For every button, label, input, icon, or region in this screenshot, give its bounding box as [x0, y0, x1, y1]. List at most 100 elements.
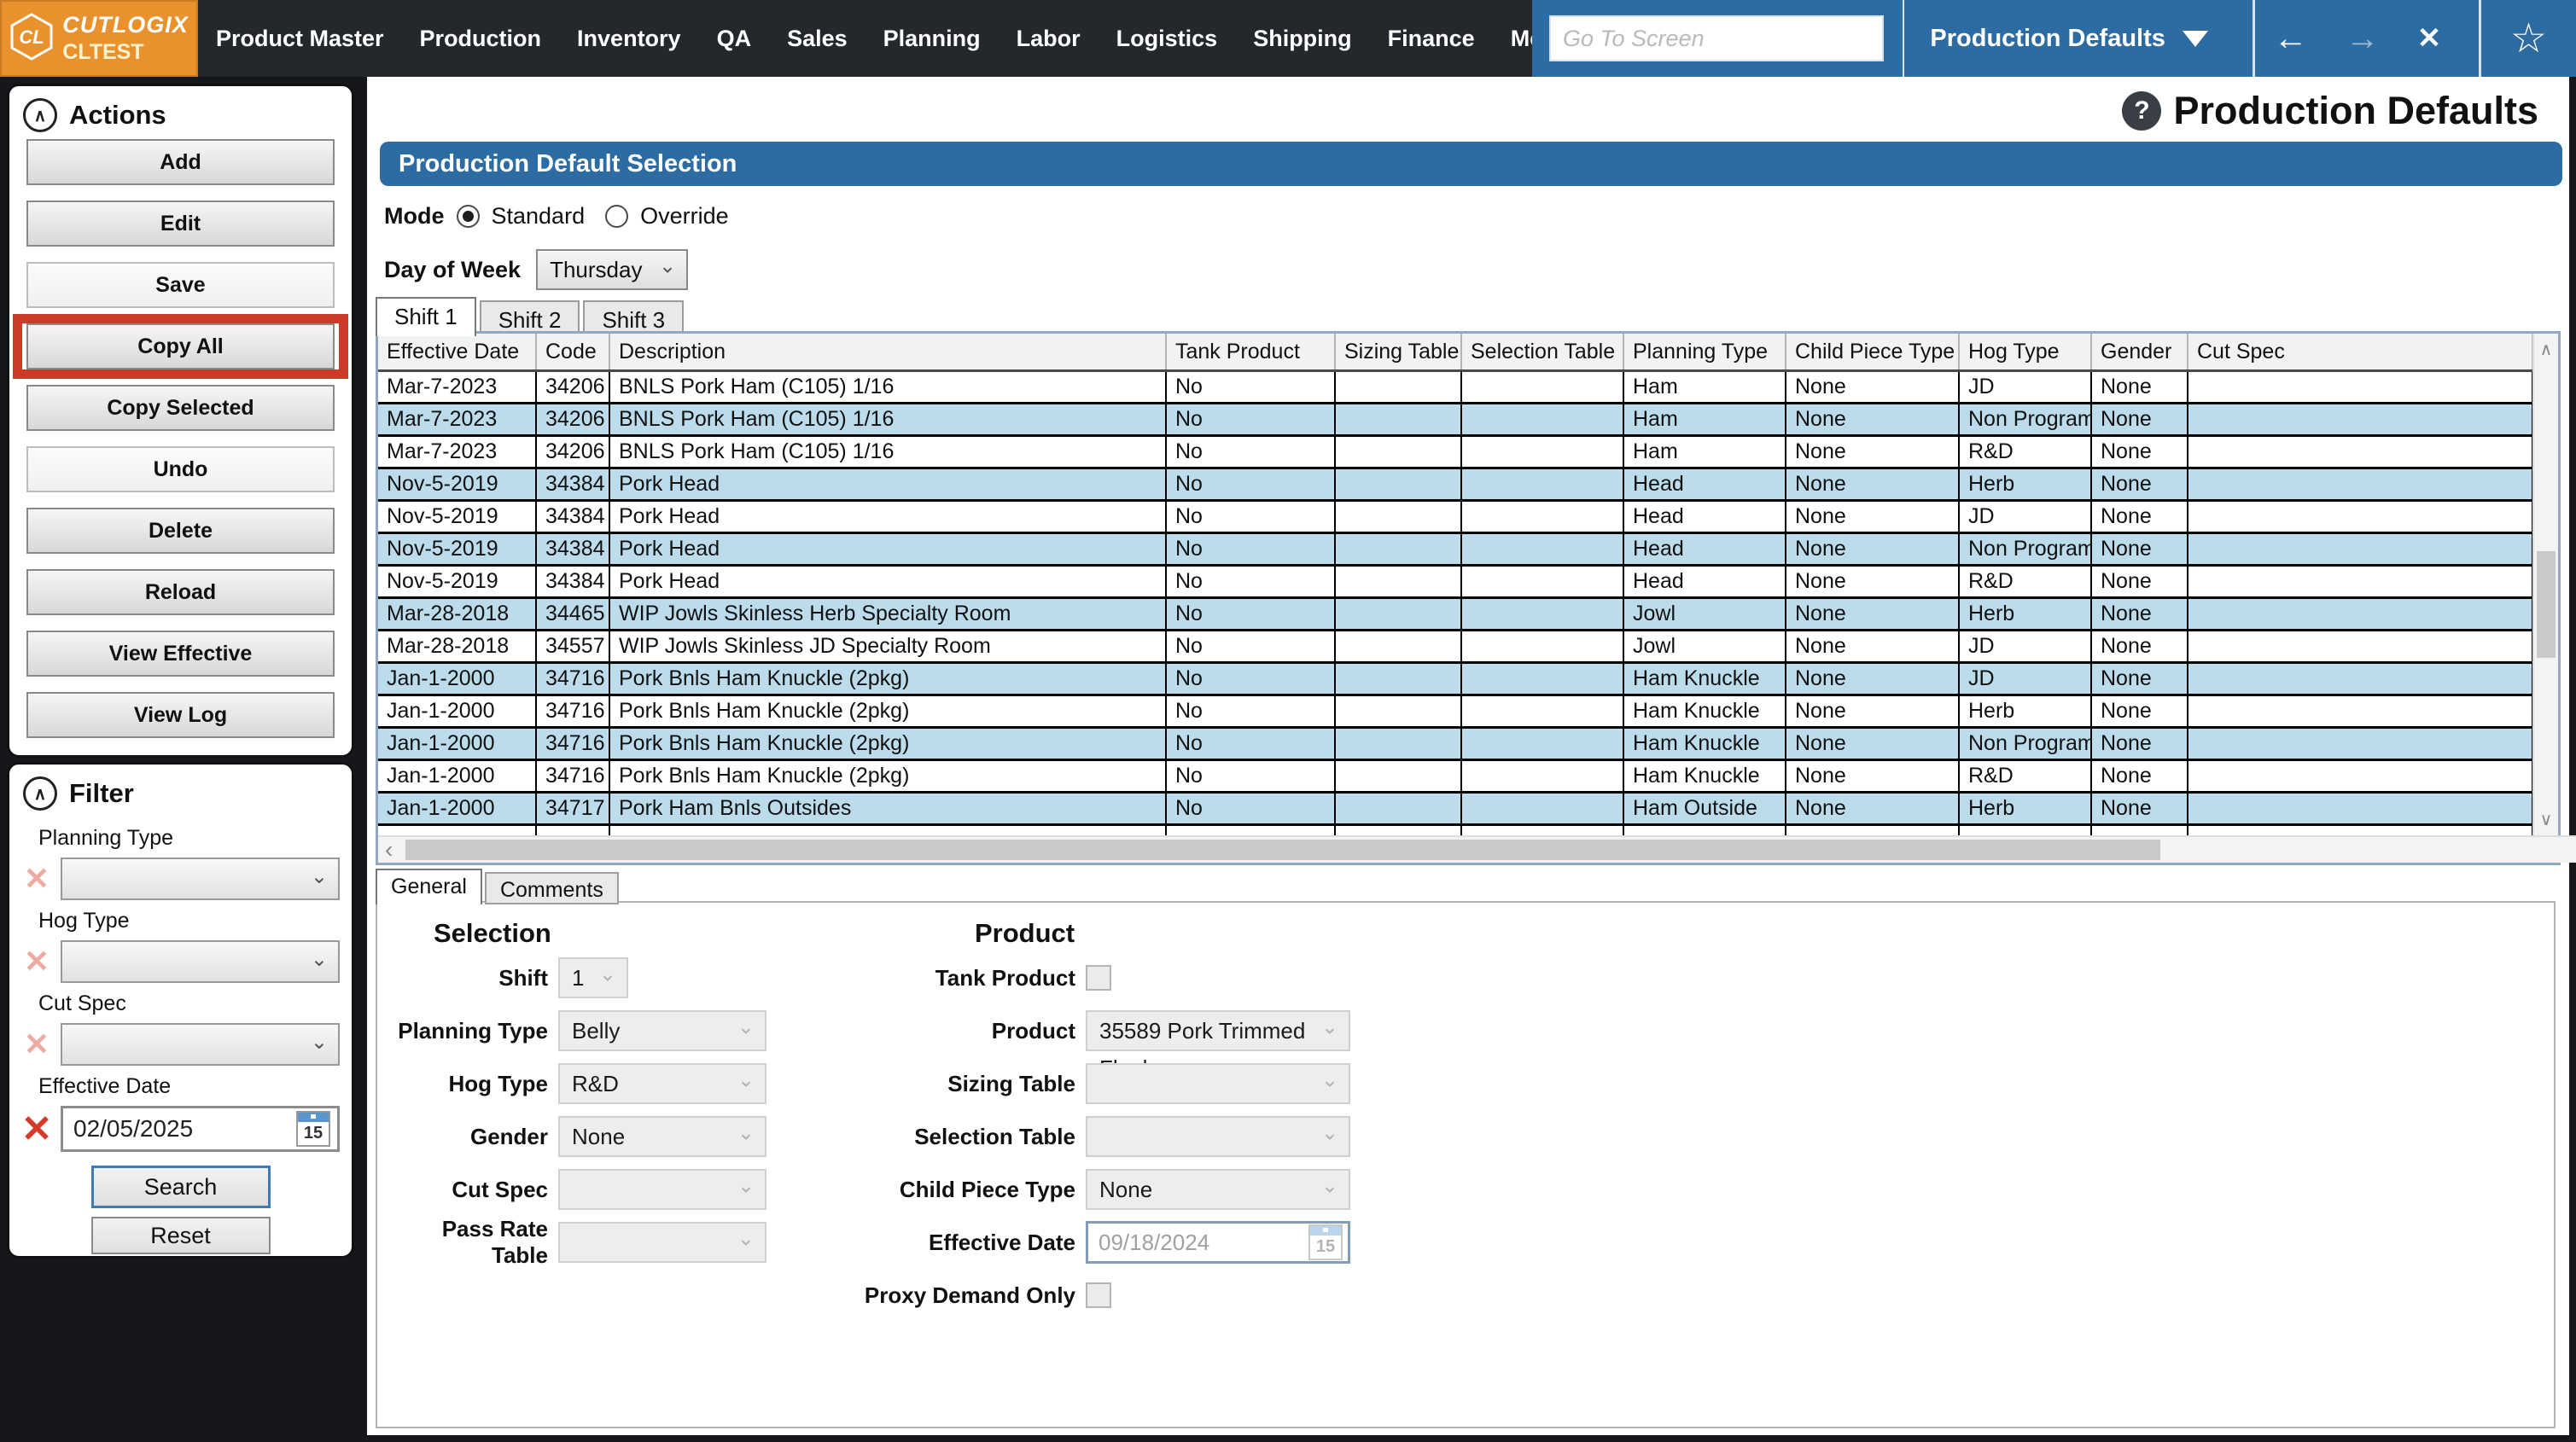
- mode-row: Mode Standard Override: [384, 203, 729, 230]
- horizontal-scroll-thumb[interactable]: [405, 840, 2160, 860]
- goto-screen-input[interactable]: [1549, 15, 1884, 61]
- nav-item-labor[interactable]: Labor: [999, 26, 1099, 52]
- column-header-hog-type[interactable]: Hog Type: [1959, 334, 2092, 372]
- tab-general[interactable]: General: [376, 869, 482, 904]
- shift-select[interactable]: 1 ⌄: [558, 957, 628, 998]
- clear-filter-icon[interactable]: ✕: [18, 944, 55, 980]
- grid-cell: No: [1166, 565, 1336, 599]
- clear-date-icon[interactable]: ✕: [18, 1108, 55, 1151]
- help-icon[interactable]: ?: [2122, 91, 2162, 131]
- column-header-cut-spec[interactable]: Cut Spec: [2188, 334, 2533, 372]
- grid-row[interactable]: Nov-5-2019 34384 Pork Head No Head None Non Pr…: [378, 532, 2533, 567]
- planning-type-select[interactable]: ⌄: [61, 858, 340, 900]
- grid-row[interactable]: Jan-1-2000 34716 Pork Bnls Ham Knuckle (2p…: [378, 727, 2533, 761]
- clear-filter-icon[interactable]: ✕: [18, 861, 55, 897]
- grid-row[interactable]: Nov-5-2019 34384 Pork Head No Head None JD None: [378, 500, 2533, 534]
- column-header-planning-type[interactable]: Planning Type: [1623, 334, 1786, 372]
- column-header-code[interactable]: Code: [536, 334, 610, 372]
- grid-row[interactable]: Jan-1-2000 34716 Pork Bnls Ham Knuckle (2p…: [378, 695, 2533, 729]
- scroll-down-icon[interactable]: ∨: [2534, 809, 2558, 830]
- back-arrow-icon[interactable]: ←: [2255, 20, 2327, 58]
- reset-button[interactable]: Reset: [90, 1217, 271, 1254]
- edit-button[interactable]: Edit: [26, 201, 335, 247]
- column-header-child-piece-type[interactable]: Child Piece Type: [1786, 334, 1960, 372]
- grid-row[interactable]: Nov-5-2019 34384 Pork Head No Head None R&D Non…: [378, 565, 2533, 599]
- calendar-icon[interactable]: 15: [296, 1111, 330, 1147]
- vertical-scrollbar[interactable]: ∧ ∨: [2532, 334, 2558, 835]
- nav-item-logistics[interactable]: Logistics: [1099, 26, 1236, 52]
- horizontal-scrollbar[interactable]: ‹ ›: [378, 835, 2576, 863]
- search-button[interactable]: Search: [90, 1166, 271, 1208]
- effective-date-input[interactable]: 09/18/2024 15: [1086, 1221, 1350, 1264]
- add-button[interactable]: Add: [26, 139, 335, 185]
- column-header-selection-table[interactable]: Selection Table: [1461, 334, 1624, 372]
- scroll-up-icon[interactable]: ∧: [2534, 339, 2558, 360]
- collapse-chevron-icon[interactable]: ∧: [23, 98, 57, 132]
- grid-row[interactable]: Jan-1-2000 34716 Pork Bnls Ham Knuckle (2p…: [378, 662, 2533, 696]
- vertical-scroll-thumb[interactable]: [2537, 551, 2556, 658]
- clear-filter-icon[interactable]: ✕: [18, 1026, 55, 1062]
- favorite-star-icon[interactable]: ☆: [2481, 15, 2576, 62]
- radio-override[interactable]: [605, 205, 629, 228]
- proxy-demand-only-checkbox[interactable]: [1086, 1282, 1111, 1308]
- nav-item-production[interactable]: Production: [402, 26, 560, 52]
- grid-cell: None: [1786, 727, 1960, 761]
- grid-row[interactable]: Mar-7-2023 34206 BNLS Pork Ham (C105) 1/16…: [378, 435, 2533, 469]
- selection-table-select[interactable]: ⌄: [1086, 1116, 1350, 1157]
- day-of-week-select[interactable]: Thursday ⌄: [536, 249, 689, 290]
- tab-shift-1[interactable]: Shift 1: [376, 297, 476, 336]
- field-label-child-piece-type: Child Piece Type: [899, 1176, 1075, 1202]
- forward-arrow-icon[interactable]: →: [2327, 20, 2398, 58]
- calendar-icon[interactable]: 15: [1308, 1224, 1343, 1260]
- hog-type-select[interactable]: ⌄: [61, 940, 340, 983]
- grid-cell: Pork Bnls Ham Knuckle (2pkg): [609, 662, 1167, 696]
- gender-select[interactable]: None ⌄: [558, 1116, 766, 1157]
- grid-row[interactable]: Mar-28-2018 34465 WIP Jowls Skinless Herb …: [378, 597, 2533, 631]
- effective-date-input[interactable]: 02/05/2025 15: [61, 1106, 340, 1152]
- nav-item-sales[interactable]: Sales: [769, 26, 865, 52]
- screen-selector[interactable]: Production Defaults: [1904, 0, 2234, 77]
- grid-row[interactable]: Mar-7-2023 34206 BNLS Pork Ham (C105) 1/16…: [378, 403, 2533, 437]
- nav-item-inventory[interactable]: Inventory: [559, 26, 699, 52]
- column-header-gender[interactable]: Gender: [2091, 334, 2188, 372]
- collapse-chevron-icon[interactable]: ∧: [23, 776, 57, 811]
- child-piece-type-select[interactable]: None ⌄: [1086, 1169, 1350, 1210]
- nav-item-planning[interactable]: Planning: [865, 26, 999, 52]
- reload-button[interactable]: Reload: [26, 569, 335, 615]
- undo-button[interactable]: Undo: [26, 446, 335, 492]
- grid-row[interactable]: Mar-28-2018 34557 WIP Jowls Skinless JD Sp…: [378, 630, 2533, 664]
- hog-type-select[interactable]: R&D ⌄: [558, 1063, 766, 1104]
- column-header-description[interactable]: Description: [609, 334, 1167, 372]
- nav-item-finance[interactable]: Finance: [1370, 26, 1493, 52]
- scroll-left-icon[interactable]: ‹: [385, 837, 393, 863]
- grid-row[interactable]: Mar-7-2023 34206 BNLS Pork Ham (C105) 1/16…: [378, 370, 2533, 404]
- grid-cell: JD: [1959, 370, 2092, 404]
- tank-product-checkbox[interactable]: [1086, 965, 1111, 991]
- nav-item-shipping[interactable]: Shipping: [1235, 26, 1369, 52]
- close-icon[interactable]: ✕: [2398, 21, 2461, 55]
- delete-button[interactable]: Delete: [26, 508, 335, 554]
- copy-all-button[interactable]: Copy All: [26, 323, 335, 369]
- cut-spec-select[interactable]: ⌄: [558, 1169, 766, 1210]
- pass-rate-table-select[interactable]: ⌄: [558, 1222, 766, 1263]
- grid-row[interactable]: Jan-1-2000 34717 Pork Ham Bnls Outsides No H…: [378, 792, 2533, 826]
- column-header-sizing-table[interactable]: Sizing Table: [1335, 334, 1462, 372]
- column-header-effective-date[interactable]: Effective Date: [378, 334, 537, 372]
- planning-type-select[interactable]: Belly ⌄: [558, 1010, 766, 1051]
- nav-item-product-master[interactable]: Product Master: [198, 26, 402, 52]
- save-button[interactable]: Save: [26, 262, 335, 308]
- product-select[interactable]: 35589 Pork Trimmed Flank⌄: [1086, 1010, 1350, 1081]
- nav-item-qa[interactable]: QA: [699, 26, 770, 52]
- nav-item-metrics[interactable]: Metrics: [1493, 26, 1532, 52]
- grid-row[interactable]: Nov-5-2019 34384 Pork Head No Head None Herb No…: [378, 468, 2533, 502]
- view-effective-button[interactable]: View Effective: [26, 631, 335, 677]
- grid-row[interactable]: Jan-1-2000 34716 Pork Bnls Ham Knuckle (2p…: [378, 759, 2533, 794]
- radio-standard[interactable]: [456, 205, 480, 228]
- tab-comments[interactable]: Comments: [484, 872, 619, 904]
- sizing-table-select[interactable]: ⌄: [1086, 1063, 1350, 1104]
- column-header-tank-product[interactable]: Tank Product: [1166, 334, 1336, 372]
- copy-selected-button[interactable]: Copy Selected: [26, 385, 335, 431]
- cut-spec-select[interactable]: ⌄: [61, 1023, 340, 1066]
- view-log-button[interactable]: View Log: [26, 692, 335, 738]
- selection-heading: Selection: [434, 918, 551, 948]
